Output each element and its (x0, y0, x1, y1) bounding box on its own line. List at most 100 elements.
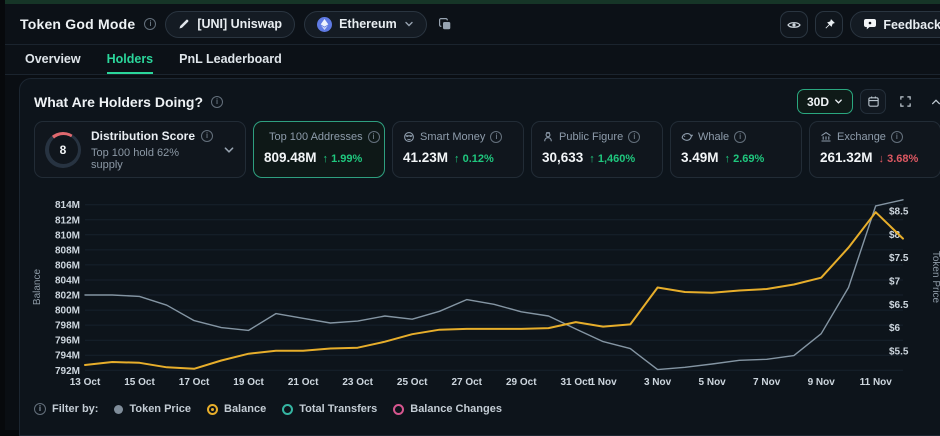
eye-icon (787, 21, 802, 28)
pin-icon (825, 19, 835, 29)
x-axis-tick: 5 Nov (699, 377, 727, 388)
info-icon[interactable] (34, 403, 46, 415)
calendar-icon (867, 96, 879, 107)
x-axis-tick: 13 Oct (70, 377, 101, 388)
left-axis-tick: 806M (55, 260, 80, 271)
token-selector-label: [UNI] Uniswap (197, 17, 283, 31)
card-value: 3.49M (681, 150, 719, 165)
legend-label: Balance (224, 403, 267, 415)
left-axis-tick: 812M (55, 215, 80, 226)
legend-token-price[interactable]: Token Price (114, 403, 191, 415)
legend-label: Token Price (129, 403, 191, 415)
left-axis-tick: 814M (55, 200, 80, 211)
info-icon[interactable] (890, 131, 903, 143)
info-icon[interactable] (211, 96, 224, 108)
x-axis-tick: 7 Nov (753, 377, 781, 388)
info-icon[interactable] (628, 131, 641, 143)
card-change: ↑ 1.99% (322, 153, 363, 165)
left-axis-tick: 800M (55, 306, 80, 317)
legend-label: Balance Changes (410, 403, 502, 415)
right-axis-label: Token Price (930, 251, 940, 304)
balance-changes-marker (393, 403, 405, 415)
info-icon[interactable] (201, 129, 213, 142)
right-axis-tick: $5.5 (889, 346, 909, 357)
right-axis-tick: $6 (889, 323, 901, 334)
fullscreen-button[interactable] (893, 89, 917, 114)
x-axis-tick: 25 Oct (397, 377, 428, 388)
smart-money-icon (404, 132, 414, 142)
info-icon[interactable] (734, 131, 747, 143)
smart-money-card[interactable]: Smart Money 41.23M ↑ 0.12% (392, 121, 524, 178)
left-axis-tick: 804M (55, 275, 80, 286)
legend-balance[interactable]: Balance (207, 403, 266, 415)
pencil-icon (179, 19, 189, 29)
tab-overview[interactable]: Overview (25, 45, 81, 74)
card-label: Whale (698, 131, 730, 143)
token-price-marker (114, 404, 124, 414)
left-axis-tick: 798M (55, 321, 80, 332)
left-axis-tick: 802M (55, 291, 80, 302)
chain-selector-label: Ethereum (339, 17, 397, 31)
x-axis-tick: 1 Nov (589, 377, 617, 388)
distribution-score-card[interactable]: 8 Distribution Score Top 100 hold 62% su… (34, 121, 246, 178)
filter-by-label: Filter by: (52, 403, 99, 415)
copy-icon (438, 18, 451, 30)
chevron-up-icon (931, 98, 940, 104)
chevron-down-icon (835, 99, 842, 104)
calendar-button[interactable] (860, 89, 886, 114)
card-value: 261.32M (820, 150, 873, 165)
card-label: Public Figure (559, 131, 624, 143)
info-icon[interactable] (367, 131, 380, 143)
token-selector-button[interactable]: [UNI] Uniswap (165, 10, 296, 38)
balance-line (84, 211, 904, 370)
legend-label: Total Transfers (299, 403, 378, 415)
right-axis-tick: $6.5 (889, 300, 909, 311)
right-axis-tick: $7 (889, 276, 901, 287)
copy-button[interactable] (436, 15, 454, 33)
info-icon[interactable] (144, 18, 157, 30)
x-axis-tick: 21 Oct (288, 377, 319, 388)
date-range-button[interactable]: 30D (796, 89, 853, 114)
x-axis-tick: 9 Nov (808, 377, 836, 388)
info-icon[interactable] (490, 131, 503, 143)
legend-total-transfers[interactable]: Total Transfers (282, 403, 377, 415)
score-subtitle: Top 100 hold 62% supply (91, 146, 180, 171)
ethereum-icon (317, 16, 333, 32)
whale-card[interactable]: Whale 3.49M ↑ 2.69% (670, 121, 802, 178)
holders-chart[interactable]: 814M 812M 810M 808M 806M 804M 802M 800M 798M 796M… (20, 189, 940, 404)
legend-balance-changes[interactable]: Balance Changes (393, 403, 502, 415)
chart-legend: Filter by: Token Price Balance Total Tra… (34, 403, 502, 415)
what-are-holders-doing-panel: What Are Holders Doing? 30D (19, 78, 940, 436)
card-value: 41.23M (403, 150, 449, 165)
card-label: Distribution Score (91, 128, 196, 143)
card-change: ↓ 3.68% (878, 153, 919, 165)
card-label: Top 100 Addresses (269, 131, 363, 143)
card-change: ↑ 1,460% (589, 153, 636, 165)
left-axis-tick: 792M (55, 366, 80, 377)
card-change: ↑ 2.69% (724, 153, 765, 165)
x-axis-tick: 11 Nov (860, 377, 893, 388)
x-axis-tick: 19 Oct (233, 377, 264, 388)
tab-holders[interactable]: Holders (106, 45, 154, 74)
x-axis-tick: 27 Oct (451, 377, 482, 388)
balance-marker (207, 403, 218, 415)
chain-selector-button[interactable]: Ethereum (304, 10, 427, 38)
right-axis-tick: $8.5 (889, 206, 909, 217)
collapse-button[interactable] (924, 89, 940, 114)
page-tabs: Overview Holders PnL Leaderboard (5, 45, 940, 75)
left-axis-tick: 794M (55, 351, 80, 362)
token-price-line (84, 199, 904, 371)
left-axis-tick: 810M (55, 230, 80, 241)
chevron-down-icon (224, 146, 234, 153)
tab-pnl-leaderboard[interactable]: PnL Leaderboard (179, 45, 282, 74)
feedback-button[interactable]: Feedback (850, 11, 940, 38)
x-axis-tick: 3 Nov (644, 377, 672, 388)
top-100-addresses-card[interactable]: Top 100 Addresses 809.48M ↑ 1.99% (253, 121, 385, 178)
exchange-card[interactable]: Exchange 261.32M ↓ 3.68% (809, 121, 940, 178)
chart-area: 814M 812M 810M 808M 806M 804M 802M 800M 798M 796M… (20, 189, 940, 404)
x-axis-tick: 31 Oct (561, 377, 592, 388)
pin-button[interactable] (815, 11, 844, 38)
left-edge-strip (0, 0, 5, 430)
public-figure-card[interactable]: Public Figure 30,633 ↑ 1,460% (531, 121, 663, 178)
watch-button[interactable] (780, 11, 809, 38)
